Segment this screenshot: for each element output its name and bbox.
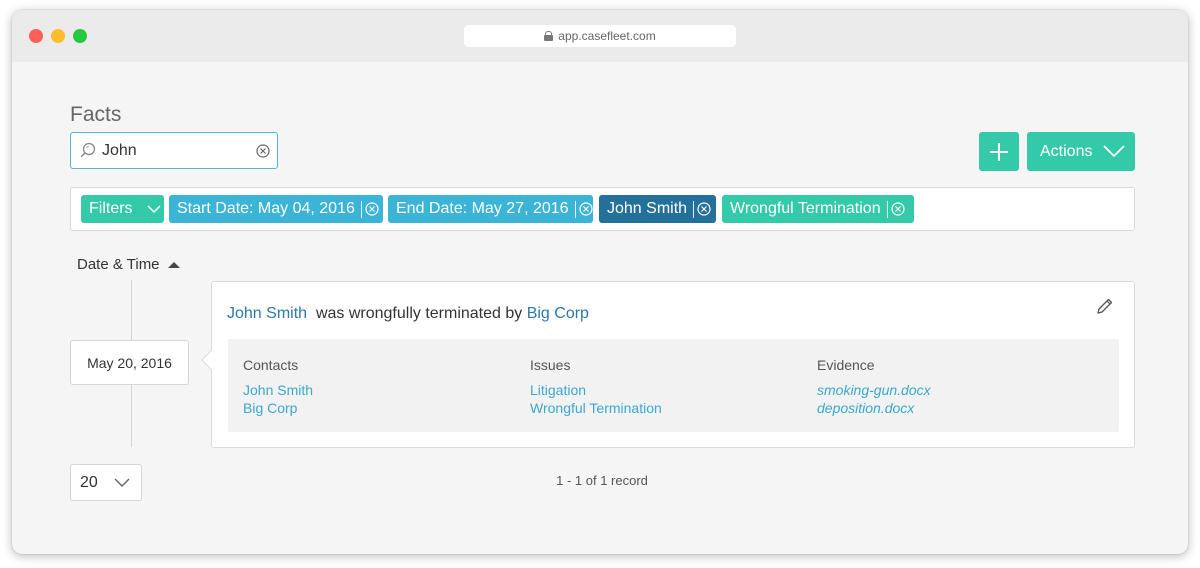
fact-headline: John Smith was wrongfully terminated by …	[227, 305, 589, 323]
sort-date-time[interactable]: Date & Time	[77, 256, 180, 273]
issues-header: Issues	[530, 357, 571, 373]
issue-link[interactable]: Litigation	[530, 381, 662, 399]
issues-column: Issues Litigation Wrongful Termination	[530, 357, 662, 417]
plus-icon	[990, 142, 1008, 161]
remove-filter-icon[interactable]	[578, 202, 593, 216]
search-box[interactable]	[70, 132, 278, 169]
filter-chip-end-date[interactable]: End Date: May 27, 2016	[388, 195, 593, 223]
filter-chip-label: Start Date: May 04, 2016	[177, 200, 355, 217]
url-text: app.casefleet.com	[558, 29, 656, 43]
contacts-header: Contacts	[243, 357, 299, 373]
page-title: Facts	[70, 103, 122, 126]
fact-date: May 20, 2016	[70, 340, 189, 385]
filter-chip-issue[interactable]: Wrongful Termination	[722, 195, 914, 223]
search-icon	[80, 142, 96, 158]
clear-search-icon[interactable]	[256, 144, 270, 158]
facts-page: Facts Actions F	[12, 62, 1188, 554]
browser-titlebar: app.casefleet.com	[12, 10, 1188, 62]
maximize-window-button[interactable]	[73, 29, 87, 43]
filters-toggle[interactable]: Filters	[81, 195, 164, 223]
filter-chip-start-date[interactable]: Start Date: May 04, 2016	[169, 195, 383, 223]
fact-subject-link[interactable]: John Smith	[227, 305, 307, 322]
evidence-header: Evidence	[817, 357, 875, 373]
issue-link[interactable]: Wrongful Termination	[530, 399, 662, 417]
chevron-down-icon	[147, 204, 161, 213]
search-input[interactable]	[102, 140, 242, 162]
close-window-button[interactable]	[29, 29, 43, 43]
actions-label: Actions	[1040, 142, 1093, 160]
filter-chip-label: End Date: May 27, 2016	[396, 200, 569, 217]
filter-chip-label: John Smith	[607, 200, 688, 217]
record-count: 1 - 1 of 1 record	[556, 473, 648, 488]
lock-icon	[544, 31, 554, 41]
filter-bar: Filters Start Date: May 04, 2016 End Dat…	[70, 187, 1135, 231]
address-bar[interactable]: app.casefleet.com	[464, 25, 736, 47]
fact-details: Contacts John Smith Big Corp Issues Liti…	[228, 339, 1119, 432]
browser-window: app.casefleet.com Facts Actions	[12, 10, 1188, 554]
filter-chip-label: Wrongful Termination	[730, 200, 881, 217]
edit-pencil-icon[interactable]	[1096, 297, 1114, 315]
contacts-column: Contacts John Smith Big Corp	[243, 357, 313, 417]
evidence-column: Evidence smoking-gun.docx deposition.doc…	[817, 357, 931, 417]
fact-card: John Smith was wrongfully terminated by …	[211, 281, 1135, 448]
sort-label: Date & Time	[77, 256, 160, 273]
fact-object-link[interactable]: Big Corp	[527, 305, 589, 322]
filters-label: Filters	[89, 200, 133, 217]
remove-filter-icon[interactable]	[365, 202, 379, 216]
remove-filter-icon[interactable]	[890, 202, 905, 216]
fact-verb: was wrongfully terminated by	[315, 305, 523, 322]
contact-link[interactable]: John Smith	[243, 381, 313, 399]
minimize-window-button[interactable]	[51, 29, 65, 43]
actions-button[interactable]: Actions	[1027, 132, 1135, 171]
remove-filter-icon[interactable]	[697, 202, 711, 216]
chevron-down-icon	[1103, 145, 1125, 158]
contact-link[interactable]: Big Corp	[243, 399, 313, 417]
sort-ascending-icon	[167, 261, 180, 268]
add-fact-button[interactable]	[979, 132, 1019, 171]
filter-chip-contact[interactable]: John Smith	[599, 195, 716, 223]
evidence-link[interactable]: smoking-gun.docx	[817, 381, 931, 399]
evidence-link[interactable]: deposition.docx	[817, 399, 931, 417]
